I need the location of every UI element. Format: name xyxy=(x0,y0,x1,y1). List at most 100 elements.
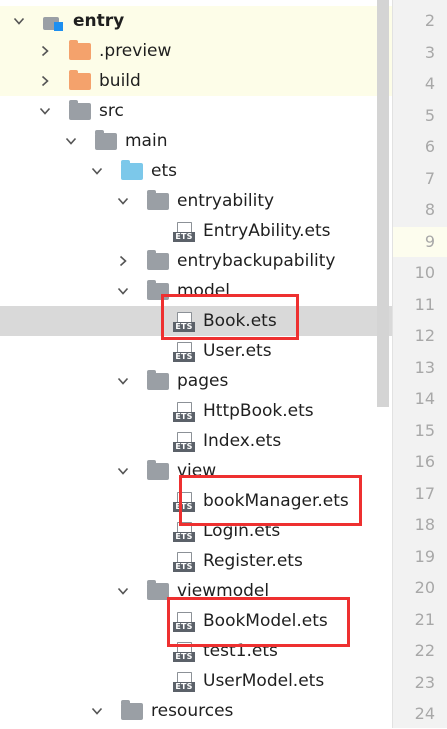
line-number: 9 xyxy=(393,226,447,257)
tree-item[interactable]: ETS bookManager.ets xyxy=(0,486,392,516)
tree-item-label: resources xyxy=(151,701,234,721)
tree-item-label: Register.ets xyxy=(203,551,303,571)
tree-item[interactable]: ETS Register.ets xyxy=(0,546,392,576)
line-number: 24 xyxy=(414,704,435,723)
line-number: 6 xyxy=(424,137,435,156)
line-number: 3 xyxy=(424,42,435,62)
chevron-down-icon[interactable] xyxy=(117,195,129,207)
line-number: 19 xyxy=(414,546,435,566)
tree-item[interactable]: ETS test1.ets xyxy=(0,636,392,666)
tree-item[interactable]: ETS Book.ets xyxy=(0,306,392,336)
ets-file-icon: ETS xyxy=(173,552,195,572)
folder-icon xyxy=(147,579,169,600)
tree-item[interactable]: view xyxy=(0,456,392,486)
tree-item-label: src xyxy=(99,101,124,121)
ets-file-icon: ETS xyxy=(173,342,195,362)
folder-orange-icon xyxy=(69,69,91,90)
chevron-down-icon[interactable] xyxy=(117,585,129,597)
tree-item[interactable]: ETS UserModel.ets xyxy=(0,666,392,696)
tree-item-label: entry xyxy=(73,11,125,31)
line-number: 23 xyxy=(414,672,435,692)
tree-item[interactable]: src xyxy=(0,96,392,126)
tree-item-label: HttpBook.ets xyxy=(203,401,314,421)
folder-icon xyxy=(147,369,169,390)
tree-item-label: .preview xyxy=(99,41,172,61)
line-number: 17 xyxy=(414,483,435,503)
tree-item-label: entryability xyxy=(177,191,275,211)
tree-item-label: BookModel.ets xyxy=(203,611,328,631)
folder-icon xyxy=(147,459,169,480)
folder-orange-icon xyxy=(69,39,91,60)
tree-item-label: pages xyxy=(177,371,229,391)
tree-item[interactable]: ets xyxy=(0,156,392,186)
tree-item[interactable]: ETS Index.ets xyxy=(0,426,392,456)
tree-item[interactable]: entryability xyxy=(0,186,392,216)
line-number: 16 xyxy=(414,452,435,471)
chevron-down-icon[interactable] xyxy=(117,465,129,477)
chevron-down-icon[interactable] xyxy=(13,15,25,27)
tree-item-label: main xyxy=(125,131,168,151)
ets-file-icon: ETS xyxy=(173,222,195,242)
tree-item[interactable]: build xyxy=(0,66,392,96)
tree-item-label: User.ets xyxy=(203,341,272,361)
tree-item-label: test1.ets xyxy=(203,641,278,661)
line-number: 12 xyxy=(414,326,435,345)
tree-item-label: model xyxy=(177,281,230,301)
tree-item[interactable]: pages xyxy=(0,366,392,396)
tree-item-label: entrybackupability xyxy=(177,251,336,271)
tree-item[interactable]: entrybackupability xyxy=(0,246,392,276)
tree-item[interactable]: ETS Login.ets xyxy=(0,516,392,546)
chevron-down-icon[interactable] xyxy=(117,375,129,387)
ets-file-icon: ETS xyxy=(173,402,195,422)
tree-item-label: EntryAbility.ets xyxy=(203,221,331,241)
chevron-down-icon[interactable] xyxy=(39,105,51,117)
tree-item-label: Login.ets xyxy=(203,521,281,541)
tree-item[interactable]: .preview xyxy=(0,36,392,66)
tree-item[interactable]: entry xyxy=(0,6,392,36)
tree-item[interactable]: viewmodel xyxy=(0,576,392,606)
tree-item-label: UserModel.ets xyxy=(203,671,325,691)
tree-item-label: Book.ets xyxy=(203,311,277,331)
line-number: 5 xyxy=(424,105,435,125)
tree-item[interactable]: ETS EntryAbility.ets xyxy=(0,216,392,246)
folder-icon xyxy=(69,99,91,120)
tree-item-label: bookManager.ets xyxy=(203,491,349,511)
ets-file-icon: ETS xyxy=(173,612,195,632)
tree-item-label: Index.ets xyxy=(203,431,282,451)
folder-icon xyxy=(147,279,169,300)
module-icon xyxy=(43,11,65,31)
chevron-right-icon[interactable] xyxy=(39,45,51,57)
tree-item[interactable]: model xyxy=(0,276,392,306)
tree-item[interactable]: resources xyxy=(0,696,392,726)
line-number: 8 xyxy=(424,200,435,219)
folder-icon xyxy=(121,699,143,720)
editor-line-gutter: 2 3 4 5 6 7 8 9 10 11 12 13 14 15 16 17 18 19 20 21 22 23 24 xyxy=(392,0,447,728)
tree-item[interactable]: ETS HttpBook.ets xyxy=(0,396,392,426)
line-number: 10 xyxy=(414,263,435,282)
chevron-down-icon[interactable] xyxy=(65,135,77,147)
folder-blue-icon xyxy=(121,159,143,180)
chevron-right-icon[interactable] xyxy=(117,255,129,267)
tree-item[interactable]: ETS User.ets xyxy=(0,336,392,366)
tree-item[interactable]: main xyxy=(0,126,392,156)
line-number: 7 xyxy=(424,168,435,188)
tree-item-label: build xyxy=(99,71,141,91)
tree-item-label: view xyxy=(177,461,217,481)
ets-file-icon: ETS xyxy=(173,312,195,332)
chevron-down-icon[interactable] xyxy=(91,705,103,717)
tree-item-label: viewmodel xyxy=(177,581,270,601)
line-number: 2 xyxy=(424,11,435,30)
line-number: 13 xyxy=(414,357,435,377)
folder-icon xyxy=(95,129,117,150)
chevron-down-icon[interactable] xyxy=(91,165,103,177)
line-number: 14 xyxy=(414,389,435,408)
line-number: 21 xyxy=(414,609,435,629)
tree-scrollbar-thumb[interactable] xyxy=(377,0,389,407)
chevron-right-icon[interactable] xyxy=(39,75,51,87)
tree-item[interactable]: ETS BookModel.ets xyxy=(0,606,392,636)
ets-file-icon: ETS xyxy=(173,432,195,452)
chevron-down-icon[interactable] xyxy=(117,285,129,297)
line-number: 15 xyxy=(414,420,435,440)
ets-file-icon: ETS xyxy=(173,672,195,692)
line-number: 22 xyxy=(414,641,435,660)
